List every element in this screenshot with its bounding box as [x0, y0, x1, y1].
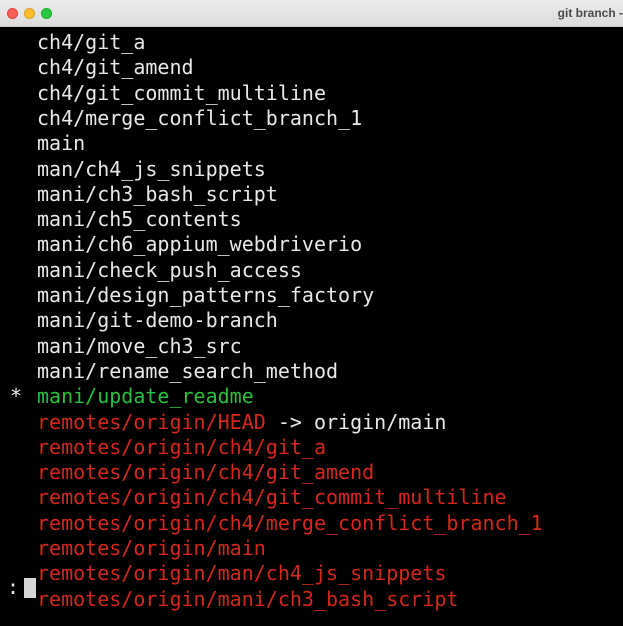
branch-name-text: mani/move_ch3_src	[37, 333, 242, 358]
branch-name: remotes/origin/ch4/git_a	[37, 435, 326, 460]
pager-prompt: :	[7, 575, 20, 599]
branch-name-text: ch4/git_amend	[37, 55, 194, 80]
branch-name-text: remotes/origin/ch4/git_commit_multiline	[37, 485, 507, 510]
branch-name: remotes/origin/mani/ch3_bash_script	[37, 587, 458, 612]
branch-name: mani/git-demo-branch	[37, 308, 278, 333]
branch-name: main	[37, 131, 85, 156]
branch-line: man/ch4_js_snippets	[0, 157, 623, 182]
branch-line: mani/git-demo-branch	[0, 308, 623, 333]
branch-line: remotes/origin/ch4/git_amend	[0, 460, 623, 485]
branch-name-text: mani/ch6_appium_webdriverio	[37, 232, 363, 257]
branch-name-text: mani/git-demo-branch	[37, 308, 278, 333]
branch-name-text: remotes/origin/ch4/git_a	[37, 434, 326, 459]
window-title: git branch -	[557, 6, 623, 20]
branch-name: mani/ch5_contents	[37, 207, 242, 232]
close-window-button[interactable]	[7, 8, 18, 19]
text-cursor	[24, 578, 36, 598]
branch-line: ch4/git_amend	[0, 55, 623, 80]
branch-name-text: remotes/origin/ch4/git_amend	[37, 460, 375, 485]
branch-name-text: ch4/git_commit_multiline	[37, 80, 326, 105]
branch-name-text: main	[37, 131, 86, 156]
branch-name: mani/design_patterns_factory	[37, 283, 374, 308]
branch-name: mani/move_ch3_src	[37, 334, 242, 359]
branch-line: * mani/update_readme	[0, 384, 623, 409]
branch-name-text: remotes/origin/main	[37, 536, 266, 560]
branch-line: mani/ch6_appium_webdriverio	[0, 232, 623, 257]
branch-line: remotes/origin/man/ch4_js_snippets	[0, 561, 623, 586]
branch-name: ch4/git_commit_multiline	[37, 81, 326, 106]
branch-name: mani/rename_search_method	[37, 359, 338, 384]
branch-line: main	[0, 131, 623, 156]
branch-name: remotes/origin/ch4/git_commit_multiline	[37, 485, 507, 510]
branch-name-text: remotes/origin/HEAD	[37, 409, 266, 434]
branch-line: mani/rename_search_method	[0, 359, 623, 384]
branch-name-text: remotes/origin/man/ch4_js_snippets	[37, 561, 447, 586]
branch-name-text: remotes/origin/mani/ch3_bash_script	[37, 586, 459, 611]
branch-name-text: mani/update_readme	[37, 384, 254, 409]
branch-name-text: mani/ch3_bash_script	[37, 181, 278, 206]
branch-name: ch4/git_amend	[37, 55, 194, 80]
branch-line: remotes/origin/ch4/git_commit_multiline	[0, 485, 623, 510]
zoom-window-button[interactable]	[41, 8, 52, 19]
branch-name: mani/ch6_appium_webdriverio	[37, 232, 362, 257]
branch-name: ch4/merge_conflict_branch_1	[37, 106, 362, 131]
terminal-output[interactable]: ch4/git_a ch4/git_amend ch4/git_commit_mul…	[0, 29, 623, 626]
branch-line: remotes/origin/ch4/git_a	[0, 435, 623, 460]
branch-line: mani/check_push_access	[0, 258, 623, 283]
branch-name: remotes/origin/ch4/merge_conflict_branch…	[37, 511, 543, 536]
branch-name-text: mani/design_patterns_factory	[37, 283, 375, 307]
branch-name: remotes/origin/ch4/git_amend	[37, 460, 374, 485]
branch-name-text: ch4/git_a	[37, 30, 146, 54]
branch-line: remotes/origin/mani/ch3_bash_script	[0, 587, 623, 612]
branch-name: mani/update_readme	[37, 384, 254, 409]
branch-line: ch4/merge_conflict_branch_1	[0, 106, 623, 131]
branch-line: mani/design_patterns_factory	[0, 283, 623, 308]
branch-line: ch4/git_commit_multiline	[0, 81, 623, 106]
branch-name: remotes/origin/main	[37, 536, 266, 561]
terminal-window: git branch - ch4/git_a ch4/git_amend ch4/g…	[0, 0, 623, 626]
branch-name: mani/ch3_bash_script	[37, 182, 278, 207]
branch-line: remotes/origin/ch4/merge_conflict_branch…	[0, 511, 623, 536]
branch-name-text: mani/rename_search_method	[37, 358, 339, 383]
title-bar: git branch -	[0, 0, 623, 27]
branch-pointer: -> origin/main	[265, 409, 447, 434]
branch-name-text: man/ch4_js_snippets	[37, 156, 266, 181]
branch-line: remotes/origin/HEAD -> origin/main	[0, 410, 623, 435]
branch-line: mani/move_ch3_src	[0, 334, 623, 359]
minimize-window-button[interactable]	[24, 8, 35, 19]
branch-name-text: mani/ch5_contents	[37, 207, 242, 232]
branch-name-text: ch4/merge_conflict_branch_1	[37, 105, 363, 130]
branch-line: remotes/origin/main	[0, 536, 623, 561]
branch-name: remotes/origin/HEAD -> origin/main	[37, 410, 446, 435]
branch-line: mani/ch3_bash_script	[0, 182, 623, 207]
branch-name: remotes/origin/man/ch4_js_snippets	[37, 561, 446, 586]
branch-name: mani/check_push_access	[37, 258, 302, 283]
branch-name: man/ch4_js_snippets	[37, 157, 266, 182]
branch-line: mani/ch5_contents	[0, 207, 623, 232]
branch-name-text: remotes/origin/ch4/merge_conflict_branch…	[37, 510, 543, 535]
current-branch-marker: *	[10, 384, 23, 409]
branch-line: ch4/git_a	[0, 30, 623, 55]
branch-name: ch4/git_a	[37, 30, 145, 55]
branch-name-text: mani/check_push_access	[37, 257, 302, 282]
